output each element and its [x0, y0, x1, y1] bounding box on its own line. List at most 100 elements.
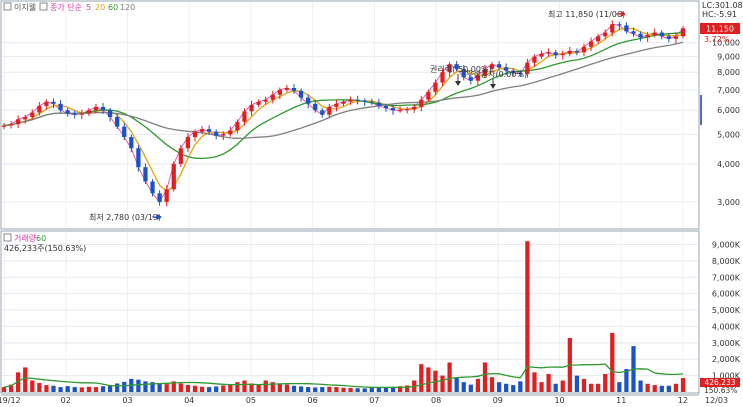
volume-axis-tick-labels: 1,000K2,000K3,000K4,000K5,000K6,000K7,00…	[712, 240, 741, 380]
candle-body	[242, 111, 247, 122]
candle	[171, 161, 176, 192]
candle-body	[65, 110, 70, 114]
volume-bar	[122, 381, 127, 392]
x-tick-label: 04	[184, 396, 194, 405]
volume-bar	[518, 381, 523, 392]
volume-bar	[341, 387, 346, 392]
volume-bar	[475, 378, 481, 392]
candle-body	[72, 113, 77, 115]
candle-body	[539, 53, 544, 57]
candle-body	[291, 87, 297, 91]
candle-body	[16, 119, 21, 125]
candle-body	[8, 124, 14, 126]
volume-bar	[610, 332, 615, 392]
candle-body	[192, 131, 198, 138]
candle-body	[79, 113, 84, 115]
candle-body	[313, 103, 318, 111]
volume-tick-label: 4,000K	[712, 322, 741, 331]
candle-body	[546, 52, 551, 54]
volume-bar	[72, 387, 77, 392]
price-tick-label: 7,000	[717, 86, 740, 95]
candle-body	[659, 32, 664, 37]
x-tick-label: 11	[616, 396, 626, 405]
volume-bar	[454, 377, 459, 392]
volume-legend-checkbox[interactable]	[3, 233, 12, 242]
candle-body	[23, 117, 28, 120]
volume-bar	[298, 386, 304, 392]
candle-body	[37, 105, 42, 113]
candle-body	[369, 101, 374, 103]
candle-body	[355, 99, 360, 101]
volume-tick-label: 2,000K	[712, 355, 741, 364]
candle-body	[631, 31, 636, 34]
price-tick-label: 9,000	[717, 53, 740, 62]
candle-body	[376, 102, 381, 106]
volume-tick-label: 7,000K	[712, 273, 741, 282]
current-percent-tag: 150.63%	[704, 386, 737, 395]
candle-body	[652, 32, 657, 36]
candle-body	[115, 117, 120, 127]
volume-bar	[327, 386, 332, 392]
candle-body	[405, 109, 410, 111]
volume-bar	[65, 386, 70, 392]
volume-bar	[313, 387, 318, 392]
candle-body	[277, 89, 282, 95]
legend-ma-checkbox[interactable]	[39, 2, 48, 11]
chart-scroll-indicator[interactable]	[700, 95, 702, 125]
current-price-tag: 11,150	[706, 25, 734, 34]
candle-body	[397, 110, 403, 112]
volume-bar	[638, 380, 643, 392]
candle-body	[532, 56, 537, 63]
candle-body	[157, 193, 162, 202]
price-tick-label: 3,000	[717, 198, 740, 207]
volume-bar	[461, 382, 466, 392]
candle-body	[574, 50, 580, 53]
x-tick-label: 02	[61, 396, 71, 405]
volume-bar	[306, 387, 311, 392]
price-tick-label: 8,000	[717, 68, 740, 77]
volume-bar	[206, 387, 212, 392]
volume-bar	[58, 387, 63, 392]
x-tick-label: 08	[431, 396, 441, 405]
volume-bar	[546, 373, 551, 392]
candle-body	[560, 53, 565, 56]
volume-bar	[659, 385, 664, 392]
candle-body	[30, 112, 35, 118]
volume-bar	[617, 382, 622, 392]
volume-bar	[426, 367, 431, 392]
volume-bar	[93, 387, 99, 392]
candle-body	[228, 130, 233, 135]
price-tick-label: 6,000	[717, 106, 740, 115]
volume-bar	[539, 382, 544, 392]
volume-bar	[673, 383, 679, 392]
volume-bar	[440, 375, 445, 392]
volume-bar	[284, 384, 290, 392]
candle-body	[86, 110, 91, 114]
stock-chart-canvas: 이지웰 종가 단순 5 20 60 120 최저 2,780 (03/19) 최…	[0, 0, 743, 407]
volume-bar	[489, 377, 495, 392]
volume-bar	[199, 386, 205, 392]
candle-body	[666, 36, 671, 39]
candle-body	[638, 33, 643, 38]
volume-bar	[44, 385, 49, 392]
candle-body	[390, 108, 396, 111]
candle-body	[553, 52, 558, 56]
volume-bar	[666, 385, 671, 392]
candle-body	[673, 36, 679, 39]
volume-bar	[221, 385, 226, 392]
x-tick-label: 06	[308, 396, 318, 405]
legend-log-checkbox[interactable]	[3, 2, 12, 11]
volume-value-label: 426,233주(150.63%)	[4, 244, 86, 253]
price-panel-frame	[0, 0, 700, 230]
volume-bar	[143, 381, 148, 392]
volume-bar	[86, 386, 91, 392]
candle-body	[588, 41, 594, 47]
legend-ma20: 20	[95, 3, 105, 12]
volume-bar	[680, 378, 686, 392]
candle-body	[122, 126, 127, 138]
candle-body	[603, 32, 608, 37]
candle-body	[1, 125, 7, 127]
volume-bar	[447, 362, 452, 392]
volume-bar	[235, 382, 240, 392]
price-panel: 이지웰 종가 단순 5 20 60 120 최저 2,780 (03/19) 최…	[0, 0, 700, 230]
